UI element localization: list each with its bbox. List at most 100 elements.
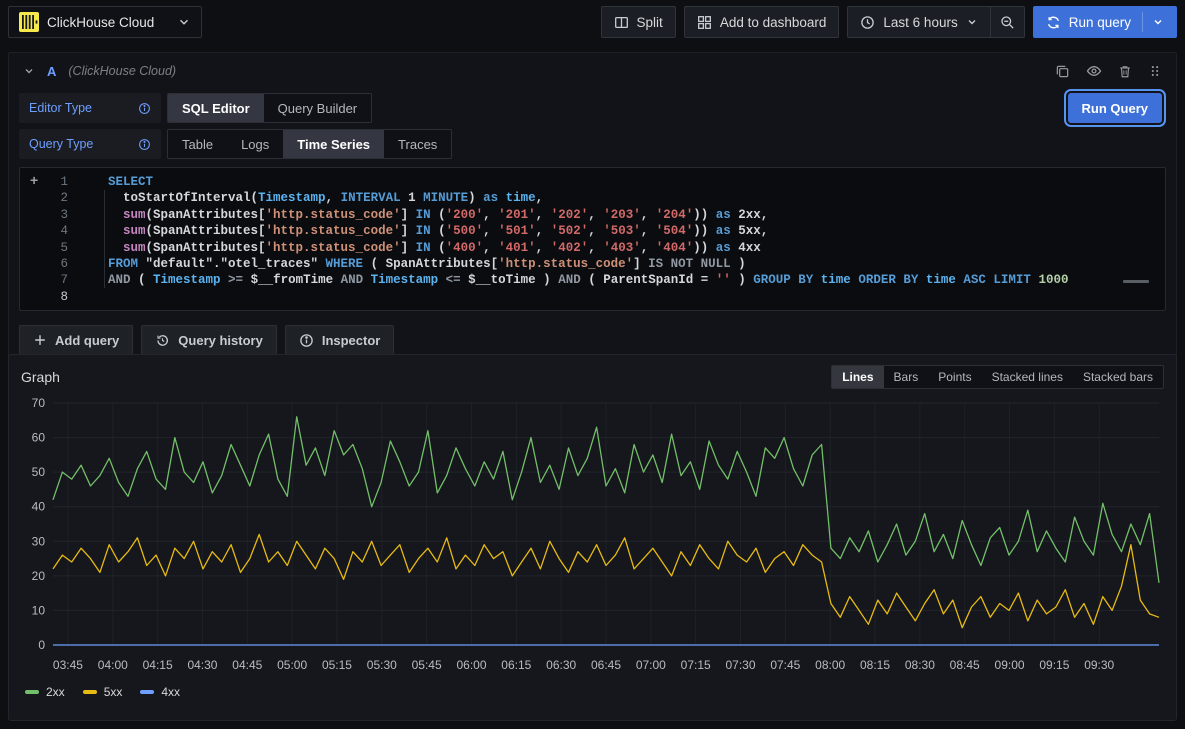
editor-type-option-query-builder[interactable]: Query Builder xyxy=(264,94,371,122)
x-axis-tick-label: 06:45 xyxy=(591,658,621,672)
sql-line-2[interactable]: 2 toStartOfInterval(Timestamp, INTERVAL … xyxy=(20,190,1165,206)
collapse-chevron-icon[interactable] xyxy=(23,65,35,77)
editor-type-options: SQL EditorQuery Builder xyxy=(167,93,372,123)
run-query-toolbar-label: Run query xyxy=(1069,15,1131,30)
line-number: 8 xyxy=(20,289,84,305)
graph-panel-header: Graph LinesBarsPointsStacked linesStacke… xyxy=(9,355,1176,391)
query-ref-id[interactable]: A xyxy=(47,64,56,79)
legend-swatch xyxy=(140,690,154,694)
chevron-down-icon xyxy=(177,15,191,29)
explore-toolbar: ClickHouse Cloud Split Add to dashboard … xyxy=(0,0,1185,44)
copy-query-icon[interactable] xyxy=(1055,64,1070,79)
x-axis-tick-label: 09:30 xyxy=(1084,658,1114,672)
delete-query-trash-icon[interactable] xyxy=(1118,64,1132,79)
sql-line-7[interactable]: 7AND ( Timestamp >= $__fromTime AND Time… xyxy=(20,272,1165,288)
query-row-header: A (ClickHouse Cloud) xyxy=(19,55,1166,87)
x-axis-tick-label: 04:15 xyxy=(143,658,173,672)
history-icon xyxy=(155,333,170,348)
graph-view-option-lines[interactable]: Lines xyxy=(832,366,883,388)
line-number: 1 xyxy=(20,174,84,190)
legend-item-2xx[interactable]: 2xx xyxy=(25,685,65,699)
grid-icon xyxy=(697,15,712,30)
legend-item-4xx[interactable]: 4xx xyxy=(140,685,180,699)
y-axis-tick-label: 10 xyxy=(32,603,46,617)
grafana-explore-page: { "topbar": { "datasource_name": "ClickH… xyxy=(0,0,1185,729)
x-axis-tick-label: 09:00 xyxy=(995,658,1025,672)
sql-line-5[interactable]: 5 sum(SpanAttributes['http.status_code']… xyxy=(20,240,1165,256)
x-axis-tick-label: 06:15 xyxy=(501,658,531,672)
legend-item-5xx[interactable]: 5xx xyxy=(83,685,123,699)
line-number: 2 xyxy=(20,190,84,206)
query-type-option-logs[interactable]: Logs xyxy=(227,130,283,158)
legend-label: 5xx xyxy=(104,685,123,699)
y-axis-tick-label: 40 xyxy=(32,500,46,514)
run-query-toolbar-button[interactable]: Run query xyxy=(1033,6,1177,38)
run-query-button[interactable]: Run Query xyxy=(1068,93,1162,123)
graph-title: Graph xyxy=(21,369,60,385)
x-axis-tick-label: 04:00 xyxy=(98,658,128,672)
y-axis-tick-label: 50 xyxy=(32,465,46,479)
query-footer-actions: Add query Query history Inspector xyxy=(19,325,1166,355)
graph-view-option-points[interactable]: Points xyxy=(928,366,981,388)
query-type-label: Query Type xyxy=(19,129,161,159)
legend-swatch xyxy=(25,690,39,694)
x-axis-tick-label: 06:30 xyxy=(546,658,576,672)
hide-query-eye-icon[interactable] xyxy=(1086,63,1102,79)
graph-view-options: LinesBarsPointsStacked linesStacked bars xyxy=(831,365,1164,389)
clickhouse-logo xyxy=(19,12,39,32)
info-icon xyxy=(299,333,314,348)
x-axis-tick-label: 08:00 xyxy=(815,658,845,672)
time-range-button[interactable]: Last 6 hours xyxy=(847,6,989,38)
x-axis-tick-label: 05:30 xyxy=(367,658,397,672)
time-range-group: Last 6 hours xyxy=(847,6,1024,38)
info-icon xyxy=(138,138,151,151)
sql-line-4[interactable]: 4 sum(SpanAttributes['http.status_code']… xyxy=(20,223,1165,239)
add-to-dashboard-label: Add to dashboard xyxy=(720,15,827,30)
x-axis-tick-label: 03:45 xyxy=(53,658,83,672)
y-axis-tick-label: 70 xyxy=(32,396,46,410)
timeseries-chart[interactable]: 01020304050607003:4504:0004:1504:3004:45… xyxy=(19,393,1164,679)
query-editor-panel: A (ClickHouse Cloud) Editor Type SQL Edi… xyxy=(8,52,1177,368)
add-query-button[interactable]: Add query xyxy=(19,325,133,355)
inspector-button[interactable]: Inspector xyxy=(285,325,395,355)
query-datasource-hint: (ClickHouse Cloud) xyxy=(68,64,176,78)
query-type-option-table[interactable]: Table xyxy=(168,130,227,158)
line-number: 7 xyxy=(20,272,84,288)
sql-line-1[interactable]: 1SELECT xyxy=(20,174,1165,190)
line-number: 4 xyxy=(20,223,84,239)
drag-handle-grip-icon[interactable] xyxy=(1148,64,1162,78)
query-type-row: Query Type TableLogsTime SeriesTraces xyxy=(19,129,1166,159)
x-axis-tick-label: 08:15 xyxy=(860,658,890,672)
sql-line-6[interactable]: 6FROM "default"."otel_traces" WHERE ( Sp… xyxy=(20,256,1165,272)
legend-label: 4xx xyxy=(161,685,180,699)
add-to-dashboard-button[interactable]: Add to dashboard xyxy=(684,6,840,38)
graph-view-option-stacked-lines[interactable]: Stacked lines xyxy=(982,366,1073,388)
y-axis-tick-label: 20 xyxy=(32,569,46,583)
zoom-out-icon xyxy=(1000,15,1015,30)
chevron-down-icon xyxy=(1142,12,1164,32)
graph-view-option-stacked-bars[interactable]: Stacked bars xyxy=(1073,366,1163,388)
x-axis-tick-label: 05:45 xyxy=(412,658,442,672)
x-axis-tick-label: 07:30 xyxy=(725,658,755,672)
sql-code-editor[interactable]: + 1SELECT2 toStartOfInterval(Timestamp, … xyxy=(19,167,1166,311)
x-axis-tick-label: 04:45 xyxy=(232,658,262,672)
time-range-label: Last 6 hours xyxy=(883,15,957,30)
datasource-picker[interactable]: ClickHouse Cloud xyxy=(8,6,202,38)
x-axis-tick-label: 08:45 xyxy=(950,658,980,672)
graph-view-option-bars[interactable]: Bars xyxy=(884,366,929,388)
zoom-out-button[interactable] xyxy=(990,6,1025,38)
editor-type-option-sql-editor[interactable]: SQL Editor xyxy=(168,94,264,122)
x-axis-tick-label: 05:00 xyxy=(277,658,307,672)
chevron-down-icon xyxy=(966,16,978,28)
sql-line-3[interactable]: 3 sum(SpanAttributes['http.status_code']… xyxy=(20,207,1165,223)
split-button[interactable]: Split xyxy=(601,6,676,38)
query-type-option-traces[interactable]: Traces xyxy=(384,130,451,158)
line-number: 3 xyxy=(20,207,84,223)
x-axis-tick-label: 09:15 xyxy=(1039,658,1069,672)
sql-line-8[interactable]: 8 xyxy=(20,289,1165,305)
chart-area: 01020304050607003:4504:0004:1504:3004:45… xyxy=(9,391,1176,679)
query-history-button[interactable]: Query history xyxy=(141,325,277,355)
info-icon xyxy=(138,102,151,115)
query-type-option-time-series[interactable]: Time Series xyxy=(283,130,384,158)
datasource-name: ClickHouse Cloud xyxy=(47,15,154,30)
